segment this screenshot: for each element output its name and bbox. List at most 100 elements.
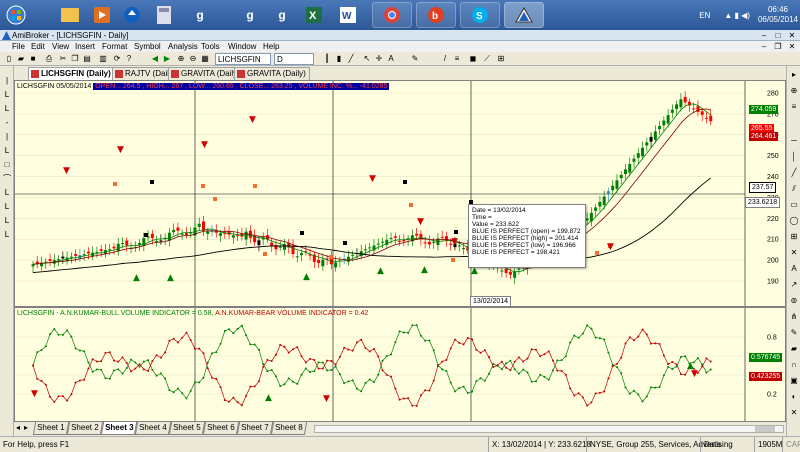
right-channel-icon[interactable]: ⫽ (789, 184, 799, 194)
right-cycle-icon[interactable]: ⊚ (789, 296, 799, 306)
sheet-nav-prev-icon[interactable]: ◂ (16, 423, 20, 432)
interval-select[interactable] (274, 53, 314, 65)
tab-lichsgfin[interactable]: LICHSGFIN (Daily) (28, 67, 115, 80)
menu-symbol[interactable]: Symbol (134, 41, 161, 52)
right-text-icon[interactable]: A (789, 264, 799, 274)
right-lock-icon[interactable]: ▣ (789, 376, 799, 386)
taskbar-store-icon[interactable] (118, 2, 146, 28)
select-tool-icon[interactable]: | (2, 76, 12, 86)
right-zoom-icon[interactable]: ⊕ (789, 86, 799, 96)
right-arrow-icon[interactable]: ↗ (789, 280, 799, 290)
arrow-tool-icon[interactable]: L (2, 230, 12, 240)
taskbar-amibroker-icon[interactable] (504, 2, 544, 28)
refresh-icon[interactable]: ⟳ (112, 54, 122, 64)
taskbar-google-icon-2[interactable]: g (236, 2, 264, 28)
taskbar-explorer-icon[interactable] (56, 2, 84, 28)
taskbar-chrome-icon[interactable] (372, 2, 412, 28)
right-rect-icon[interactable]: ▭ (789, 200, 799, 210)
taskbar-google-icon-3[interactable]: g (268, 2, 296, 28)
horizontal-scrollbar[interactable] (314, 425, 784, 433)
taskbar-calculator-icon[interactable] (150, 2, 178, 28)
right-pitch-icon[interactable]: ⋔ (789, 312, 799, 322)
indicator-canvas[interactable]: 0.80.60.40.2▼▼▼▲▲ (15, 308, 786, 422)
close-icon[interactable]: ✕ (786, 31, 798, 40)
price-chart-canvas[interactable]: 280270260250240230220210200190▼▼▼▼▼▼▼▼▲▲… (15, 81, 786, 307)
clock[interactable]: 06:46 06/05/2014 (756, 5, 800, 25)
taskbar-skype-icon[interactable]: S (460, 2, 500, 28)
forward-icon[interactable]: ▶ (162, 54, 172, 64)
menu-view[interactable]: View (52, 41, 69, 52)
color-icon[interactable]: ◼ (468, 54, 478, 64)
bar-chart-icon[interactable]: ┃ (322, 54, 332, 64)
trendline-icon[interactable]: ⟋ (482, 54, 492, 64)
start-button[interactable] (2, 2, 30, 28)
cursor-icon[interactable]: ↖ (362, 54, 372, 64)
right-hline-icon[interactable]: ─ (789, 136, 799, 146)
cut-icon[interactable]: ✂ (58, 54, 68, 64)
sheet-tab-5[interactable]: Sheet 5 (168, 422, 206, 435)
tray-icons[interactable]: ▲ ▮ ◀) (724, 11, 750, 20)
crosshair-icon[interactable]: ✛ (374, 54, 384, 64)
line-style-icon[interactable]: ≡ (452, 54, 462, 64)
right-ellipse-icon[interactable]: ◯ (789, 216, 799, 226)
sheet-tab-8[interactable]: Sheet 8 (270, 422, 308, 435)
pencil-icon[interactable]: / (440, 54, 450, 64)
menu-edit[interactable]: Edit (31, 41, 45, 52)
fib-tool-icon[interactable]: L (2, 188, 12, 198)
sheet-tab-1[interactable]: Sheet 1 (32, 422, 70, 435)
draw-icon[interactable]: ✎ (410, 54, 420, 64)
ray-tool-icon[interactable]: L (2, 104, 12, 114)
taskbar-word-icon[interactable]: W (334, 2, 362, 28)
menu-tools[interactable]: Tools (201, 41, 220, 52)
fib-icon[interactable]: ⊞ (496, 54, 506, 64)
text-side-icon[interactable]: L (2, 216, 12, 226)
language-indicator[interactable]: EN (699, 11, 710, 20)
layout-icon[interactable]: ▦ (200, 54, 210, 64)
right-fib-icon[interactable]: ⊞ (789, 232, 799, 242)
right-delete-icon[interactable]: ✕ (789, 408, 799, 418)
taskbar-excel-icon[interactable]: X (300, 2, 328, 28)
right-trend-icon[interactable]: ╱ (789, 168, 799, 178)
right-layers-icon[interactable]: ≡ (789, 102, 799, 112)
menu-file[interactable]: File (12, 41, 25, 52)
gann-tool-icon[interactable]: L (2, 202, 12, 212)
hline-tool-icon[interactable]: - (2, 118, 12, 128)
new-icon[interactable]: ▯ (4, 54, 14, 64)
menu-window[interactable]: Window (228, 41, 256, 52)
scrollbar-thumb[interactable] (755, 426, 775, 432)
menu-format[interactable]: Format (102, 41, 127, 52)
symbol-input[interactable] (215, 53, 271, 65)
minimize-icon[interactable]: – (758, 31, 770, 40)
sheet-nav-next-icon[interactable]: ▸ (24, 423, 28, 432)
right-hide-icon[interactable]: ◐ (789, 392, 799, 402)
right-magnet-icon[interactable]: ∩ (789, 360, 799, 370)
sheet-tab-4[interactable]: Sheet 4 (134, 422, 172, 435)
rect-tool-icon[interactable]: □ (2, 160, 12, 170)
right-gann-icon[interactable]: ✕ (789, 248, 799, 258)
menu-analysis[interactable]: Analysis (168, 41, 198, 52)
sheet-tab-7[interactable]: Sheet 7 (236, 422, 274, 435)
sheet-tab-2[interactable]: Sheet 2 (66, 422, 104, 435)
line-chart-icon[interactable]: ╱ (346, 54, 356, 64)
open-icon[interactable]: ▰ (16, 54, 26, 64)
zoom-in-icon[interactable]: ⊕ (176, 54, 186, 64)
child-close-icon[interactable]: ✕ (786, 42, 798, 51)
save-icon[interactable]: ■ (28, 54, 38, 64)
paste-icon[interactable]: ▤ (82, 54, 92, 64)
sheet-tab-3[interactable]: Sheet 3 (100, 422, 138, 435)
indicator-pane[interactable]: 0.80.60.40.2▼▼▼▲▲ LICHSGFIN - A.N.KUMAR-… (14, 307, 786, 422)
print-icon[interactable]: ⎙ (44, 54, 54, 64)
tab-gravita-2[interactable]: GRAVITA (Daily) (234, 67, 310, 80)
child-minimize-icon[interactable]: – (758, 42, 770, 51)
right-eraser-icon[interactable]: ▰ (789, 344, 799, 354)
right-select-icon[interactable]: ▸ (789, 70, 799, 80)
channel-tool-icon[interactable]: L (2, 146, 12, 156)
taskbar-google-icon[interactable]: g (186, 2, 214, 28)
arc-tool-icon[interactable]: ⌒ (2, 174, 12, 184)
menu-help[interactable]: Help (263, 41, 279, 52)
price-chart-pane[interactable]: 280270260250240230220210200190▼▼▼▼▼▼▼▼▲▲… (14, 80, 786, 307)
right-vline-icon[interactable]: │ (789, 152, 799, 162)
text-tool-icon[interactable]: A (386, 54, 396, 64)
child-restore-icon[interactable]: ❐ (772, 42, 784, 51)
right-pen-icon[interactable]: ✎ (789, 328, 799, 338)
